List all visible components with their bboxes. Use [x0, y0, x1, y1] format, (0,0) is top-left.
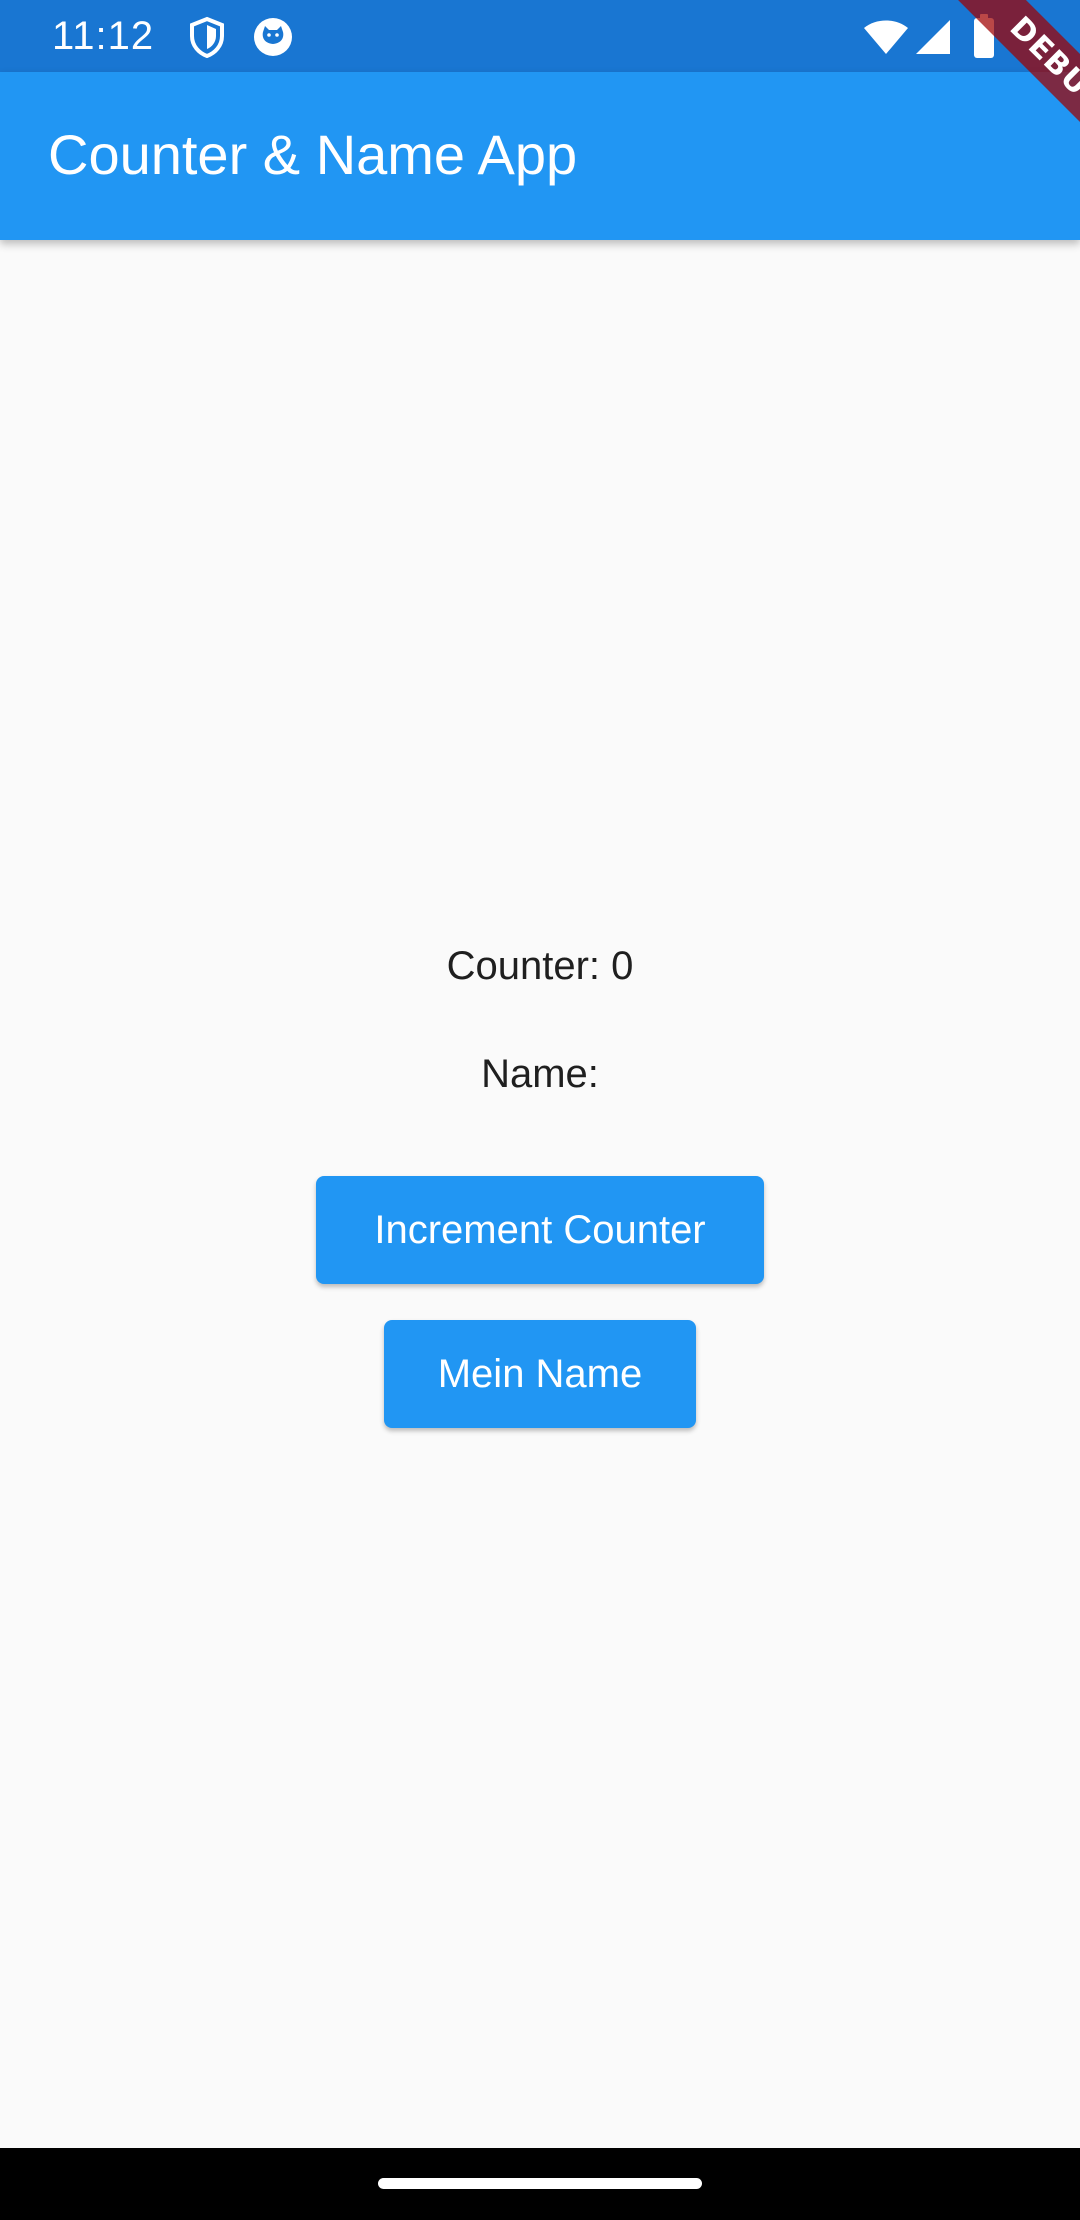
- cat-icon: [254, 18, 292, 56]
- home-indicator[interactable]: [378, 2178, 702, 2189]
- name-text: Name:: [481, 1052, 599, 1096]
- status-bar: 11:12: [0, 0, 1080, 72]
- wifi-icon: [864, 20, 908, 54]
- app-title: Counter & Name App: [48, 123, 578, 186]
- status-time: 11:12: [52, 14, 155, 58]
- mein-name-button[interactable]: Mein Name: [384, 1320, 696, 1428]
- increment-counter-button[interactable]: Increment Counter: [316, 1176, 764, 1284]
- app-bar: Counter & Name App: [0, 72, 1080, 240]
- signal-icon: [916, 20, 950, 54]
- shield-icon: [190, 16, 224, 58]
- navigation-bar: [0, 2148, 1080, 2220]
- counter-text: Counter: 0: [446, 944, 634, 988]
- battery-icon: [974, 14, 994, 58]
